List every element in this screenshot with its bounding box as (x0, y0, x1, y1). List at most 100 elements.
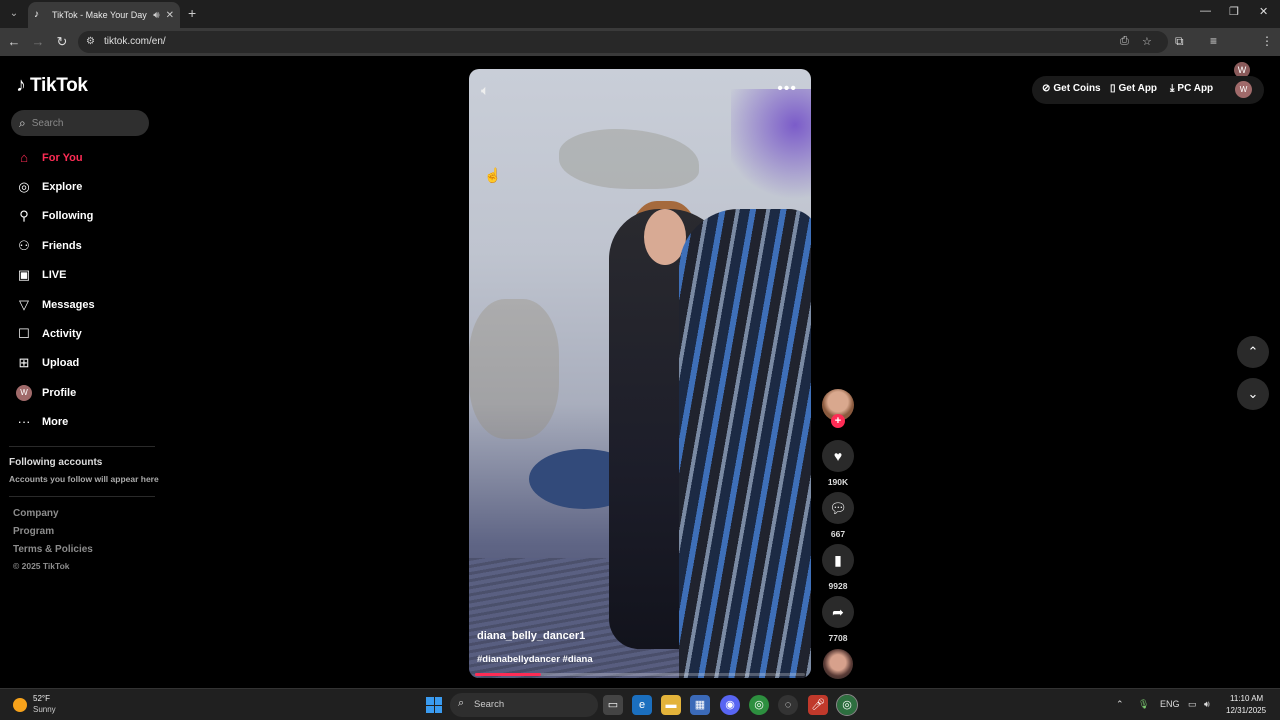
start-button[interactable] (426, 697, 442, 713)
nav-label: For You (42, 152, 83, 164)
browser-tab-bar: ⌄ ♪ TikTok - Make Your Day 🔊︎ ✕ + — ❐ ✕ (0, 0, 1280, 28)
bookmark-star-icon[interactable]: ☆ (1142, 35, 1152, 48)
man-figure (679, 209, 811, 678)
user-avatar[interactable]: W (1235, 81, 1252, 98)
nav-for-you[interactable]: ⌂ For You (16, 147, 83, 169)
nav-activity[interactable]: ☐ Activity (16, 323, 82, 345)
store-icon[interactable]: ▦ (690, 695, 710, 715)
chrome-icon[interactable]: ◎ (749, 695, 769, 715)
nav-friends[interactable]: ⚇ Friends (16, 235, 82, 257)
nav-label: More (42, 416, 69, 428)
install-icon[interactable]: ⎙ (1120, 35, 1129, 48)
nav-messages[interactable]: ▽ Messages (16, 294, 95, 316)
new-tab-button[interactable]: + (188, 5, 196, 21)
reload-icon[interactable]: ↻ (54, 34, 70, 50)
tab-close-icon[interactable]: ✕ (166, 10, 174, 21)
weather-temp[interactable]: 52°F (33, 694, 50, 703)
share-button[interactable]: ➦ (822, 596, 854, 628)
follow-plus-button[interactable]: + (831, 414, 845, 428)
nav-label: Friends (42, 240, 82, 252)
copyright: © 2025 TikTok (13, 561, 70, 571)
nav-live[interactable]: ▣ LIVE (16, 264, 67, 286)
nav-label: Activity (42, 328, 82, 340)
taskbar-search[interactable]: ⌕ Search (450, 693, 598, 717)
get-coins-button[interactable]: ⊘ Get Coins (1042, 83, 1101, 94)
get-app-button[interactable]: ▯ Get App (1110, 83, 1157, 94)
forward-icon[interactable]: → (30, 34, 46, 49)
windows-taskbar: 52°F Sunny ⌕ Search ▭ e ▬ ▦ ◉ ◎ ◌ 🎤︎ ◎ ⌃… (0, 688, 1280, 720)
tiktok-logo[interactable]: ♪ TikTok (16, 74, 88, 97)
comment-count: 667 (830, 529, 846, 539)
comment-button[interactable]: 💬︎ (822, 492, 854, 524)
video-more-icon[interactable]: ••• (777, 80, 797, 98)
speaker-icon[interactable]: 🔊︎ (1204, 699, 1210, 710)
close-window-icon[interactable]: ✕ (1259, 5, 1268, 18)
activity-icon: ☐ (18, 326, 30, 341)
edge-icon[interactable]: e (632, 695, 652, 715)
search-input[interactable] (31, 117, 132, 129)
site-info-icon[interactable]: ⚙ (86, 36, 95, 47)
nav-label: Following (42, 210, 94, 222)
following-accounts-subtitle: Accounts you follow will appear here (9, 474, 159, 484)
task-view-icon[interactable]: ▭ (603, 695, 623, 715)
microphone-app-icon[interactable]: 🎤︎ (808, 695, 828, 715)
nav-label: Messages (42, 299, 95, 311)
bookmark-button[interactable]: ▮ (822, 544, 854, 576)
like-button[interactable]: ♥ (822, 440, 854, 472)
nav-label: Upload (42, 357, 80, 369)
scroll-down-button[interactable]: ⌄ (1237, 378, 1269, 410)
video-hashtags[interactable]: #dianabellydancer #diana (477, 654, 593, 665)
sun-icon[interactable] (13, 698, 27, 712)
upload-icon: ⊞ (18, 355, 30, 370)
volume-icon[interactable]: 🔈︎ (481, 82, 489, 99)
tiktok-note-icon: ♪ (16, 74, 26, 96)
video-player[interactable]: 🔈︎ ••• ☝ diana_belly_dancer1 #dianabelly… (469, 69, 811, 678)
tab-title: TikTok - Make Your Day (52, 10, 147, 20)
wall-ornament (469, 299, 559, 439)
weather-condition[interactable]: Sunny (33, 705, 56, 714)
search-icon[interactable]: ⌕ (19, 116, 26, 131)
following-icon: ⚲ (19, 208, 29, 223)
scroll-up-button[interactable]: ⌃ (1237, 336, 1269, 368)
restore-icon[interactable]: ❐ (1229, 5, 1239, 18)
friends-icon: ⚇ (18, 238, 30, 253)
video-progress-bar[interactable] (475, 673, 805, 676)
tray-chevron-icon[interactable]: ⌃ (1116, 699, 1124, 710)
nav-label: Profile (42, 387, 77, 399)
discord-icon[interactable]: ◉ (720, 695, 740, 715)
nav-profile[interactable]: W Profile (16, 382, 76, 404)
chrome-profile-icon[interactable]: ◎ (836, 694, 858, 716)
language-indicator[interactable]: ENG (1160, 699, 1180, 709)
nav-upload[interactable]: ⊞ Upload (16, 352, 80, 374)
minimize-icon[interactable]: — (1200, 5, 1211, 17)
extensions-icon[interactable]: ⧉ (1175, 34, 1184, 49)
nav-more[interactable]: ··· More (16, 411, 69, 433)
tab-search-icon[interactable]: ⌄ (6, 6, 22, 22)
footer-link-program[interactable]: Program (13, 526, 54, 537)
footer-link-terms[interactable]: Terms & Policies (13, 544, 93, 555)
browser-menu-icon[interactable]: ⋮ (1261, 34, 1273, 48)
file-explorer-icon[interactable]: ▬ (661, 695, 681, 715)
mic-tray-icon[interactable]: 🎙︎ (1138, 699, 1149, 710)
tab-audio-icon[interactable]: 🔊︎ (153, 10, 159, 21)
browser-tab[interactable]: ♪ TikTok - Make Your Day 🔊︎ ✕ (28, 2, 180, 28)
nav-explore[interactable]: ◎ Explore (16, 176, 82, 198)
network-icon[interactable]: ▭ (1188, 699, 1197, 710)
nav-following[interactable]: ⚲ Following (16, 205, 93, 227)
sidebar-divider (9, 496, 155, 497)
music-disc[interactable] (823, 649, 853, 679)
video-author[interactable]: diana_belly_dancer1 (477, 630, 585, 642)
omnibox[interactable]: ⚙ tiktok.com/en/ ⎙ ☆ (78, 31, 1168, 53)
back-icon[interactable]: ← (6, 34, 22, 49)
media-controls-icon[interactable]: ≡ (1210, 34, 1217, 48)
phone-icon: ▯ (1110, 83, 1116, 94)
like-count: 190K (827, 477, 849, 487)
clock-time[interactable]: 11:10 AM (1230, 694, 1263, 703)
logo-text: TikTok (30, 74, 88, 96)
pc-app-button[interactable]: ⤓ PC App (1170, 83, 1213, 94)
app-icon[interactable]: ◌ (778, 695, 798, 715)
footer-link-company[interactable]: Company (13, 508, 59, 519)
url-text[interactable]: tiktok.com/en/ (104, 36, 166, 47)
search-box[interactable]: ⌕ (11, 110, 149, 136)
clock-date[interactable]: 12/31/2025 (1226, 706, 1266, 715)
